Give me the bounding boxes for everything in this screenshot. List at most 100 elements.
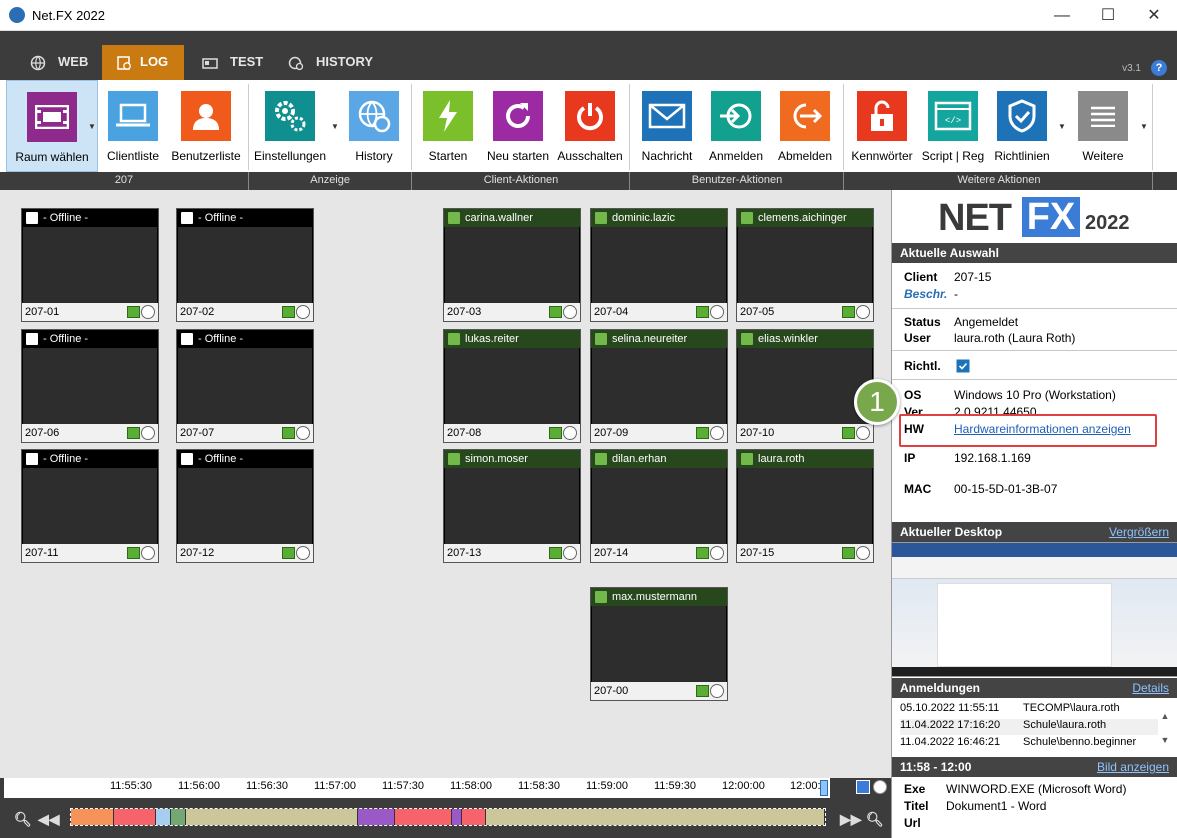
globe-icon[interactable] xyxy=(710,546,724,560)
script-reg-button[interactable]: </> Script | Reg xyxy=(920,80,986,172)
tab-history[interactable]: HISTORY xyxy=(274,45,386,80)
details-link[interactable]: Details xyxy=(1132,678,1169,698)
client-tile[interactable]: - Offline - 207-07 xyxy=(176,329,314,443)
chevron-down-icon[interactable]: ▼ xyxy=(1140,122,1148,131)
help-icon[interactable]: ? xyxy=(1151,60,1167,76)
client-screen-preview[interactable] xyxy=(445,468,579,544)
client-screen-preview[interactable] xyxy=(592,606,726,682)
client-screen-preview[interactable] xyxy=(178,348,312,424)
client-tile[interactable]: - Offline - 207-06 xyxy=(21,329,159,443)
globe-icon[interactable] xyxy=(710,426,724,440)
globe-icon[interactable] xyxy=(296,305,310,319)
screen-status-icon[interactable] xyxy=(282,427,295,439)
client-screen-preview[interactable] xyxy=(592,227,726,303)
screen-status-icon[interactable] xyxy=(549,427,562,439)
rewind-icon[interactable]: ◀◀ xyxy=(38,811,60,828)
client-tile[interactable]: lukas.reiter 207-08 xyxy=(443,329,581,443)
activity-segment[interactable] xyxy=(71,809,114,825)
screen-status-icon[interactable] xyxy=(549,306,562,318)
client-tile[interactable]: - Offline - 207-02 xyxy=(176,208,314,322)
screen-icon[interactable] xyxy=(856,780,870,794)
screen-status-icon[interactable] xyxy=(696,685,709,697)
restart-button[interactable]: Neu starten xyxy=(484,80,552,172)
client-tile[interactable]: dominic.lazic 207-04 xyxy=(590,208,728,322)
globe-icon[interactable] xyxy=(563,546,577,560)
activity-segment[interactable] xyxy=(486,809,825,825)
enlarge-link[interactable]: Vergrößern xyxy=(1109,522,1169,542)
screen-status-icon[interactable] xyxy=(696,306,709,318)
activity-segment[interactable] xyxy=(451,809,462,825)
screen-status-icon[interactable] xyxy=(549,547,562,559)
activity-segment[interactable] xyxy=(156,809,172,825)
client-screen-preview[interactable] xyxy=(738,227,872,303)
client-tile[interactable]: - Offline - 207-12 xyxy=(176,449,314,563)
client-screen-preview[interactable] xyxy=(445,348,579,424)
shield-check-icon[interactable] xyxy=(956,359,970,373)
hw-info-link[interactable]: Hardwareinformationen anzeigen xyxy=(954,422,1131,436)
policies-button[interactable]: Richtlinien xyxy=(990,80,1054,172)
screen-status-icon[interactable] xyxy=(842,306,855,318)
room-select-button[interactable]: Raum wählen xyxy=(6,80,98,172)
zoom-out-icon[interactable]: 🔍︎ xyxy=(14,811,32,828)
globe-icon[interactable] xyxy=(856,305,870,319)
globe-icon[interactable] xyxy=(710,684,724,698)
activity-segment[interactable] xyxy=(357,809,396,825)
client-screen-preview[interactable] xyxy=(445,227,579,303)
passwords-button[interactable]: Kennwörter xyxy=(848,80,916,172)
globe-icon[interactable] xyxy=(141,546,155,560)
chevron-down-icon[interactable]: ▼ xyxy=(1058,122,1066,131)
list-scrollbar[interactable]: ▲ ▼ xyxy=(1159,704,1171,752)
client-tile[interactable]: selina.neureiter 207-09 xyxy=(590,329,728,443)
chevron-down-icon[interactable]: ▼ xyxy=(331,122,339,131)
screen-status-icon[interactable] xyxy=(282,547,295,559)
settings-button[interactable]: Einstellungen xyxy=(252,80,328,172)
client-screen-preview[interactable] xyxy=(178,468,312,544)
show-image-link[interactable]: Bild anzeigen xyxy=(1097,757,1169,777)
client-tile[interactable]: laura.roth 207-15 xyxy=(736,449,874,563)
description-key[interactable]: Beschr. xyxy=(904,287,947,301)
screen-status-icon[interactable] xyxy=(127,306,140,318)
maximize-button[interactable]: ☐ xyxy=(1085,0,1131,31)
tab-web[interactable]: WEB xyxy=(16,45,102,80)
tab-test[interactable]: TEST xyxy=(188,45,272,80)
shutdown-button[interactable]: Ausschalten xyxy=(555,80,625,172)
globe-icon[interactable] xyxy=(563,305,577,319)
tab-log[interactable]: LOG xyxy=(102,45,184,80)
client-tile[interactable]: clemens.aichinger 207-05 xyxy=(736,208,874,322)
globe-icon[interactable] xyxy=(873,780,887,794)
globe-icon[interactable] xyxy=(856,426,870,440)
client-tile[interactable]: simon.moser 207-13 xyxy=(443,449,581,563)
start-button[interactable]: Starten xyxy=(416,80,480,172)
client-tile[interactable]: dilan.erhan 207-14 xyxy=(590,449,728,563)
globe-icon[interactable] xyxy=(296,546,310,560)
screen-status-icon[interactable] xyxy=(696,547,709,559)
fast-forward-icon[interactable]: ▶▶ xyxy=(840,811,862,828)
screen-status-icon[interactable] xyxy=(127,547,140,559)
screen-status-icon[interactable] xyxy=(127,427,140,439)
screen-status-icon[interactable] xyxy=(842,427,855,439)
user-list-button[interactable]: Benutzerliste xyxy=(168,80,244,172)
globe-icon[interactable] xyxy=(296,426,310,440)
login-button[interactable]: Anmelden xyxy=(704,80,768,172)
client-tile[interactable]: - Offline - 207-01 xyxy=(21,208,159,322)
client-tile[interactable]: - Offline - 207-11 xyxy=(21,449,159,563)
globe-icon[interactable] xyxy=(563,426,577,440)
close-button[interactable]: ✕ xyxy=(1131,0,1177,31)
message-button[interactable]: Nachricht xyxy=(634,80,700,172)
screen-status-icon[interactable] xyxy=(282,306,295,318)
history-button[interactable]: History xyxy=(342,80,406,172)
logins-list[interactable]: 05.10.2022 11:55:11 TECOMP\laura.roth 11.… xyxy=(892,700,1177,754)
chevron-down-icon[interactable]: ▼ xyxy=(88,122,96,131)
client-screen-preview[interactable] xyxy=(178,227,312,303)
desktop-preview[interactable] xyxy=(892,542,1177,677)
activity-segment[interactable] xyxy=(185,809,358,825)
client-tile[interactable]: max.mustermann 207-00 xyxy=(590,587,728,701)
activity-segment[interactable] xyxy=(461,809,487,825)
client-tile[interactable]: elias.winkler 207-10 xyxy=(736,329,874,443)
client-screen-preview[interactable] xyxy=(592,348,726,424)
client-tile[interactable]: carina.wallner 207-03 xyxy=(443,208,581,322)
activity-bar[interactable] xyxy=(70,808,826,826)
zoom-in-icon[interactable]: 🔍︎ xyxy=(866,811,884,828)
more-button[interactable]: Weitere xyxy=(1068,80,1138,172)
globe-icon[interactable] xyxy=(856,546,870,560)
